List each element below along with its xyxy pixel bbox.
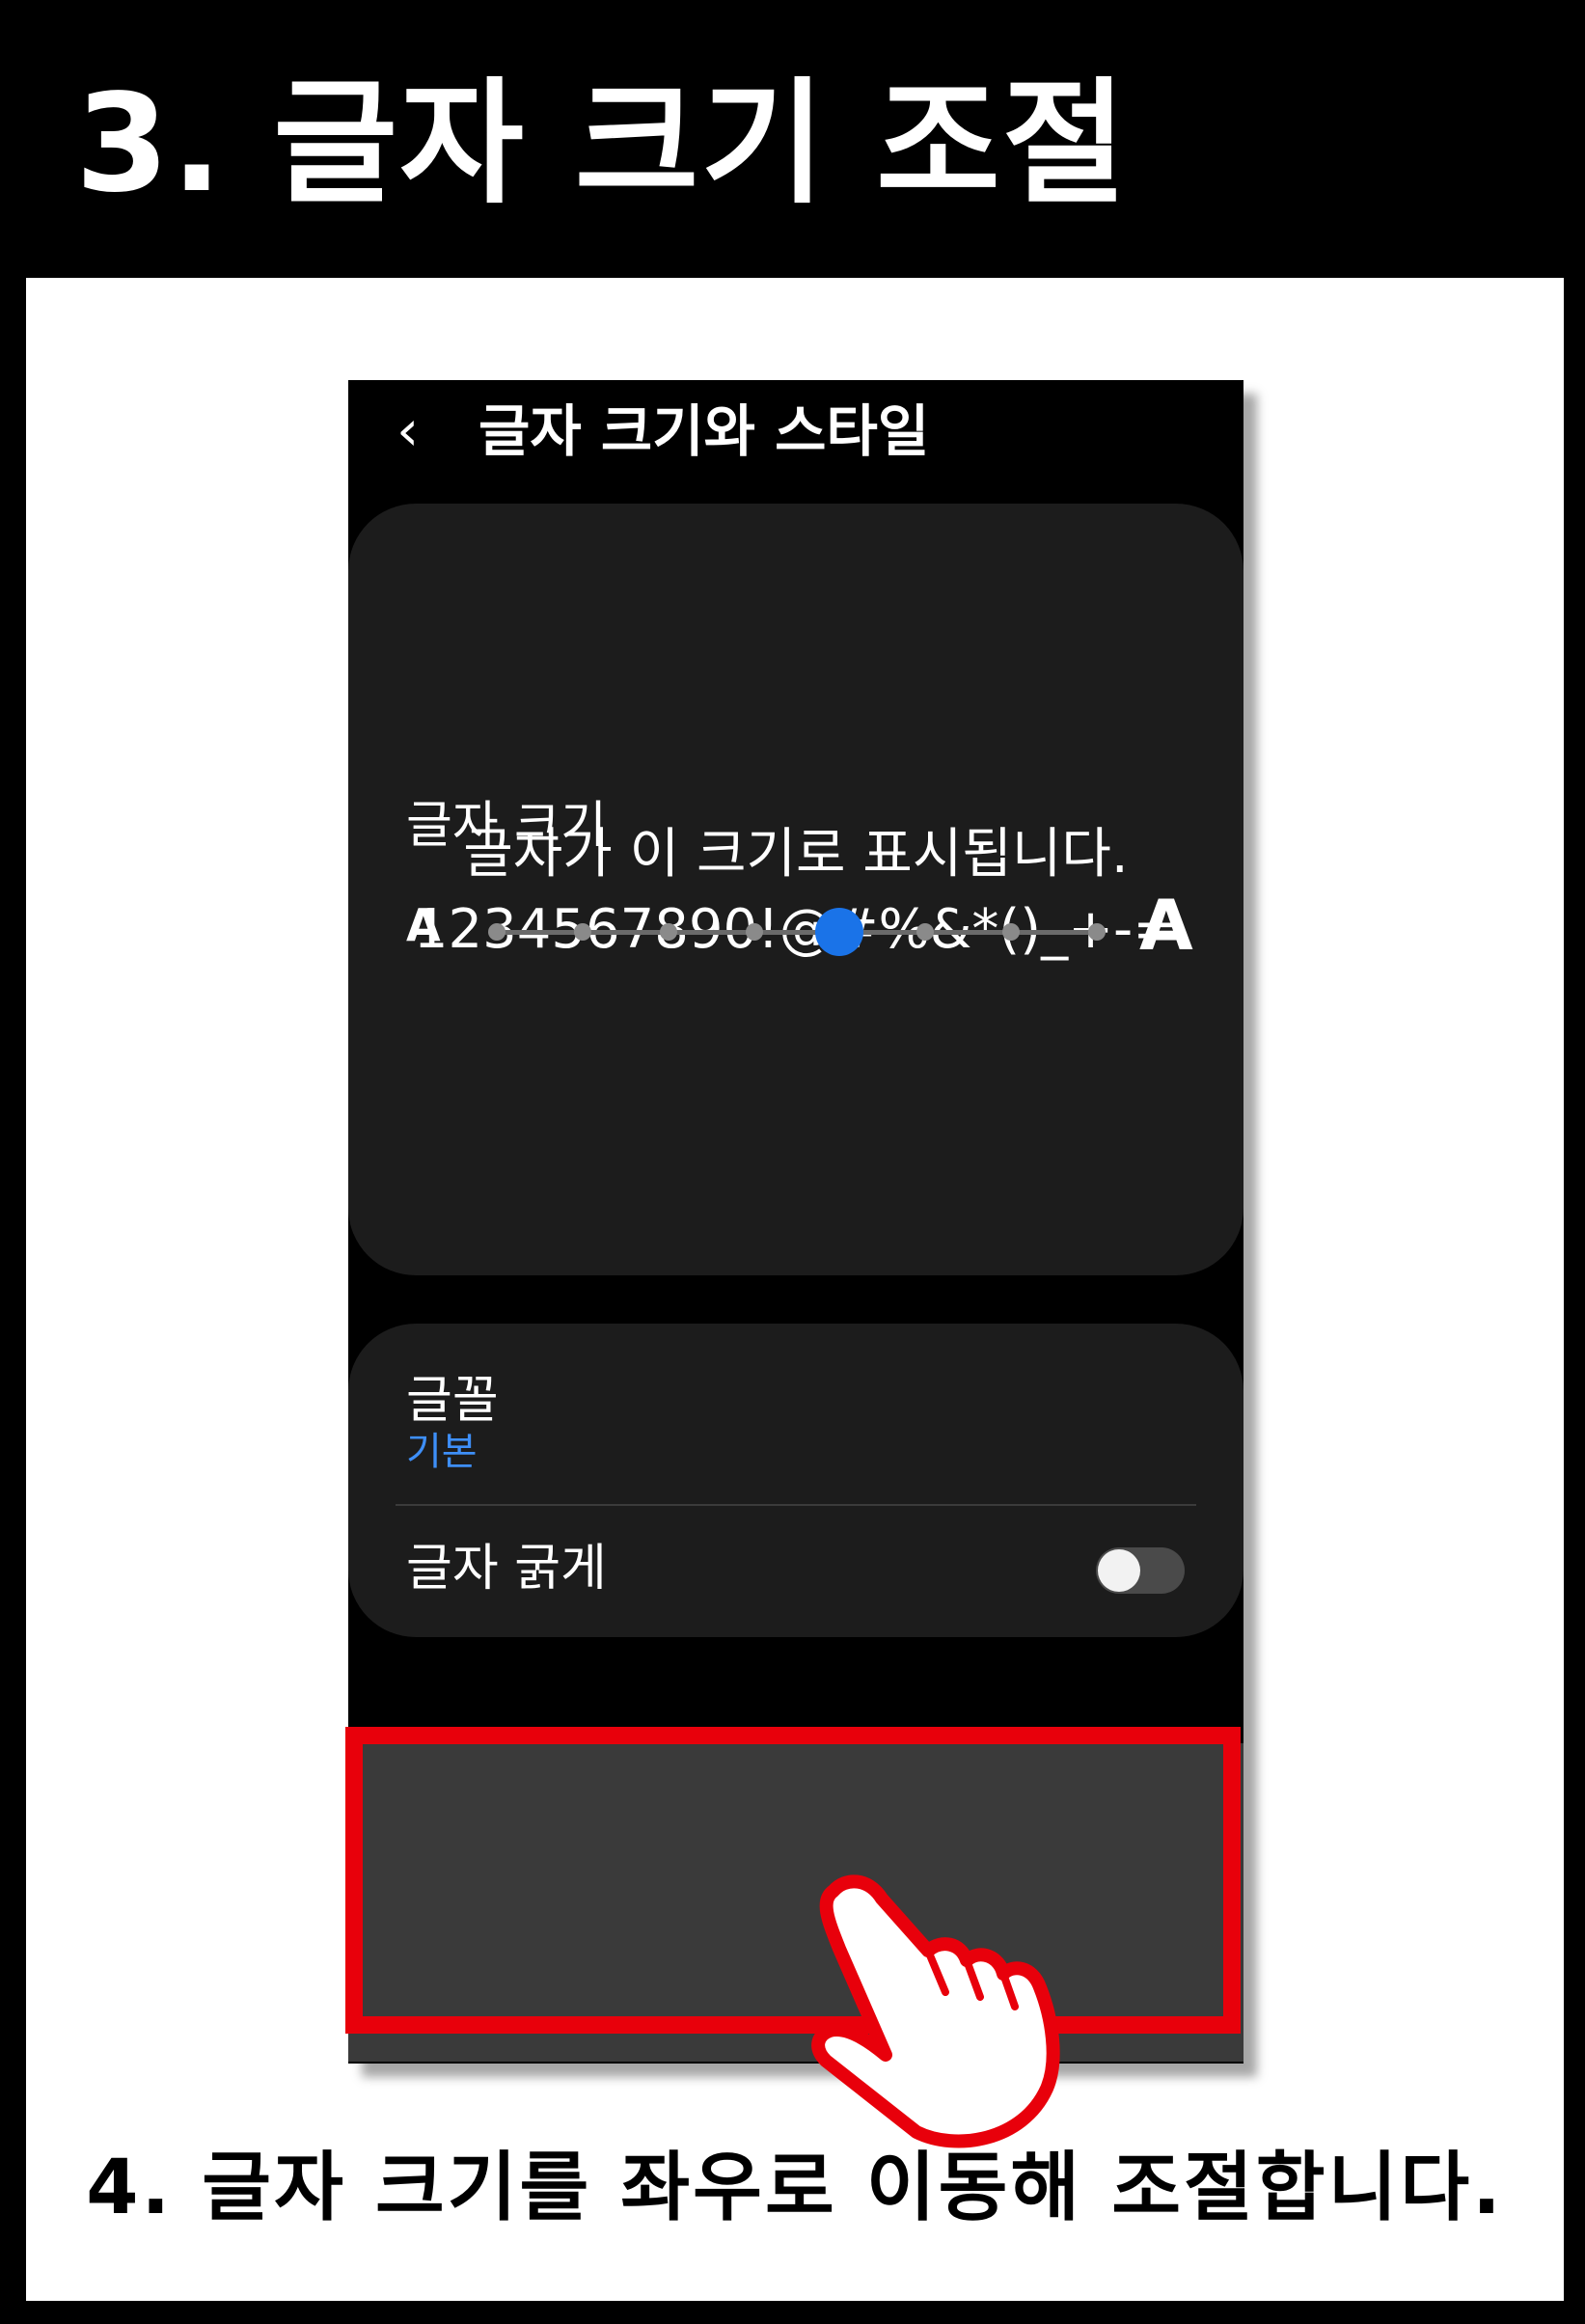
slider-step-dot[interactable]: [1088, 923, 1106, 941]
text-size-label: 글자 크기: [406, 797, 607, 855]
slider-step-dot[interactable]: [745, 923, 763, 941]
toggle-knob: [1098, 1549, 1140, 1592]
highlight-box: [345, 1727, 1241, 2034]
font-setting-label[interactable]: 글꼴: [406, 1372, 499, 1430]
bold-text-label[interactable]: 글자 굵게: [406, 1538, 607, 1599]
header-bar: 3. 글자 크기 조절: [0, 0, 1585, 278]
back-icon[interactable]: ‹: [396, 401, 435, 459]
slider-step-dot[interactable]: [573, 923, 591, 941]
font-setting-value: 기본: [406, 1430, 478, 1474]
header-title: 3. 글자 크기 조절: [75, 66, 1129, 223]
pointing-hand-icon: [811, 1874, 1060, 2148]
small-text-icon: A: [406, 899, 441, 951]
instruction-caption: 4. 글자 크기를 좌우로 이동해 조절합니다.: [86, 2145, 1504, 2231]
settings-card: 글꼴 기본 글자 굵게: [348, 1324, 1243, 1637]
app-bar: ‹ 글자 크기와 스타일: [348, 380, 1243, 496]
divider: [396, 1504, 1196, 1506]
slider-step-dot[interactable]: [659, 923, 677, 941]
preview-card: 글자가 이 크기로 표시됩니다. 1234567890!@#%&*()_+-=: [348, 504, 1243, 1275]
large-text-icon: A: [1139, 885, 1193, 966]
screen-title: 글자 크기와 스타일: [478, 398, 930, 464]
slider-step-dot[interactable]: [488, 923, 506, 941]
bold-text-toggle[interactable]: [1096, 1547, 1185, 1594]
